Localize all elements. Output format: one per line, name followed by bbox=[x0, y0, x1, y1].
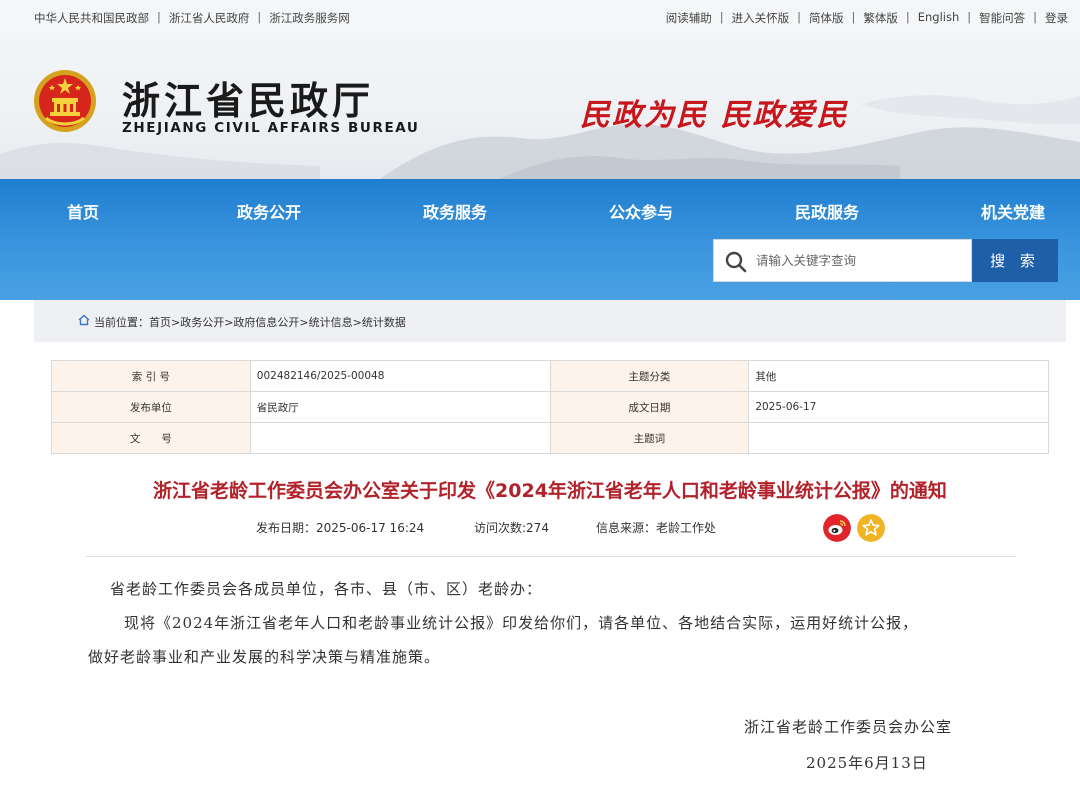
separator: | bbox=[905, 10, 910, 24]
link-english[interactable]: English bbox=[918, 10, 960, 26]
body-paragraph-line: 现将《2024年浙江省老年人口和老龄事业统计公报》印发给你们，请各单位、各地结合… bbox=[124, 614, 919, 632]
meta-value bbox=[249, 422, 551, 454]
breadcrumb-prefix: 当前位置： bbox=[94, 316, 149, 329]
meta-key: 文 号 bbox=[51, 422, 251, 454]
search-input[interactable] bbox=[756, 240, 966, 281]
search-button[interactable]: 搜 索 bbox=[972, 239, 1058, 282]
nav-item-civil-services[interactable]: 民政服务 bbox=[795, 199, 859, 223]
search-icon bbox=[725, 251, 747, 273]
nav-item-home[interactable]: 首页 bbox=[67, 199, 99, 223]
meta-key: 主题词 bbox=[549, 422, 750, 454]
meta-key: 发布单位 bbox=[51, 391, 251, 423]
separator: | bbox=[797, 10, 801, 24]
meta-key: 成文日期 bbox=[549, 391, 750, 423]
link-reading-aid[interactable]: 阅读辅助 bbox=[666, 10, 712, 26]
link-care-version[interactable]: 进入关怀版 bbox=[732, 10, 790, 26]
meta-value: 2025-06-17 bbox=[748, 391, 1049, 423]
article-title: 浙江省老龄工作委员会办公室关于印发《2024年浙江省老年人口和老龄事业统计公报》… bbox=[153, 480, 947, 502]
meta-value: 省民政厅 bbox=[249, 391, 551, 423]
search-box bbox=[713, 239, 972, 282]
top-links-right: 阅读辅助 | 进入关怀版 | 简体版 | 繁体版 | English | 智能问… bbox=[666, 10, 1068, 26]
table-row: 发布单位 省民政厅 成文日期 2025-06-17 bbox=[51, 391, 1049, 423]
site-subtitle: ZHEJIANG CIVIL AFFAIRS BUREAU bbox=[122, 120, 420, 136]
separator: | bbox=[719, 10, 724, 24]
body-paragraph-line: 做好老龄事业和产业发展的科学决策与精准施策。 bbox=[88, 648, 441, 666]
link-smart-qa[interactable]: 智能问答 bbox=[979, 10, 1025, 26]
meta-value bbox=[748, 422, 1049, 454]
breadcrumb: 当前位置：首页>政务公开>政府信息公开>统计信息>统计数据 bbox=[34, 300, 1066, 342]
table-row: 索 引 号 002482146/2025-00048 主题分类 其他 bbox=[51, 360, 1049, 392]
breadcrumb-path[interactable]: 首页>政务公开>政府信息公开>统计信息>统计数据 bbox=[149, 316, 406, 329]
publish-date: 发布日期：2025-06-17 16:24 bbox=[256, 521, 425, 535]
content-panel: 当前位置：首页>政务公开>政府信息公开>统计信息>统计数据 索 引 号 0024… bbox=[34, 300, 1066, 792]
meta-key: 主题分类 bbox=[549, 360, 750, 392]
separator: | bbox=[1033, 10, 1037, 24]
nav-item-gov-affairs-open[interactable]: 政务公开 bbox=[237, 199, 301, 223]
home-icon bbox=[78, 314, 90, 326]
divider bbox=[86, 556, 1016, 557]
link-ministry[interactable]: 中华人民共和国民政部 bbox=[34, 10, 149, 26]
link-traditional[interactable]: 繁体版 bbox=[863, 10, 898, 26]
national-emblem-logo bbox=[34, 70, 96, 132]
link-provincial-gov[interactable]: 浙江省人民政府 bbox=[169, 10, 250, 26]
info-source: 信息来源：老龄工作处 bbox=[596, 521, 717, 535]
document-metadata-table: 索 引 号 002482146/2025-00048 主题分类 其他 发布单位 … bbox=[51, 360, 1049, 454]
nav-item-party-building[interactable]: 机关党建 bbox=[981, 199, 1045, 223]
table-row: 文 号 主题词 bbox=[51, 422, 1049, 454]
nav-item-gov-services[interactable]: 政务服务 bbox=[423, 199, 487, 223]
top-utility-bar: 中华人民共和国民政部 | 浙江省人民政府 | 浙江政务服务网 阅读辅助 | 进入… bbox=[0, 0, 1080, 34]
meta-key: 索 引 号 bbox=[51, 360, 251, 392]
separator: | bbox=[967, 10, 972, 24]
nav-item-public-participation[interactable]: 公众参与 bbox=[609, 199, 673, 223]
link-login[interactable]: 登录 bbox=[1045, 10, 1068, 26]
signature: 浙江省老龄工作委员会办公室 bbox=[744, 718, 953, 736]
separator: | bbox=[257, 10, 262, 24]
top-links-left: 中华人民共和国民政部 | 浙江省人民政府 | 浙江政务服务网 bbox=[34, 10, 350, 26]
weibo-share-icon[interactable] bbox=[823, 514, 851, 542]
slogan: 民政为民 民政爱民 bbox=[580, 98, 849, 133]
link-gov-service-net[interactable]: 浙江政务服务网 bbox=[269, 10, 350, 26]
separator: | bbox=[851, 10, 856, 24]
star-favorite-icon[interactable] bbox=[857, 514, 885, 542]
breadcrumb-text: 当前位置：首页>政务公开>政府信息公开>统计信息>统计数据 bbox=[94, 314, 406, 330]
visit-count: 访问次数:274 bbox=[474, 521, 549, 535]
salutation: 省老龄工作委员会各成员单位，各市、县（市、区）老龄办： bbox=[110, 580, 543, 598]
meta-value: 其他 bbox=[748, 360, 1049, 392]
link-simplified[interactable]: 简体版 bbox=[809, 10, 844, 26]
separator: | bbox=[157, 10, 161, 24]
signature-date: 2025年6月13日 bbox=[806, 754, 928, 772]
main-nav: 首页 政务公开 政务服务 公众参与 民政服务 机关党建 搜 索 bbox=[0, 179, 1080, 300]
site-title: 浙江省民政厅 bbox=[122, 78, 375, 123]
meta-value: 002482146/2025-00048 bbox=[249, 360, 551, 392]
site-header: 浙江省民政厅 ZHEJIANG CIVIL AFFAIRS BUREAU 民政为… bbox=[0, 34, 1080, 179]
